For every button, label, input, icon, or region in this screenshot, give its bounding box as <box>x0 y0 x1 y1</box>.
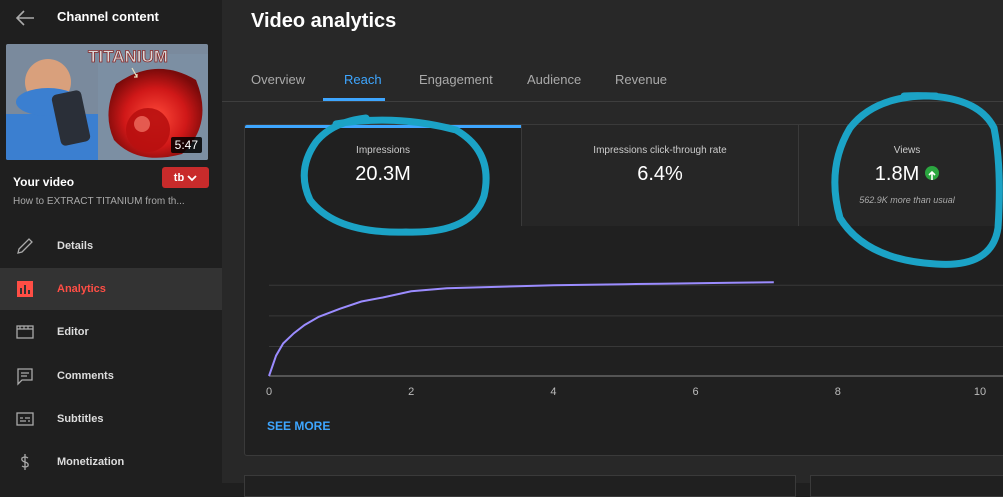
subtitles-icon <box>16 412 34 426</box>
sidebar-item-label: Comments <box>57 370 114 382</box>
video-title[interactable]: How to EXTRACT TITANIUM from th... <box>13 196 209 207</box>
pencil-icon <box>17 238 33 254</box>
x-tick-label: 0 <box>266 386 272 398</box>
sidebar-item-subtitles[interactable]: Subtitles <box>0 398 222 440</box>
page-title: Video analytics <box>251 10 397 32</box>
metric-label: Impressions <box>356 145 410 156</box>
video-duration: 5:47 <box>170 137 202 153</box>
sidebar-item-comments[interactable]: Comments <box>0 355 222 397</box>
tab-revenue[interactable]: Revenue <box>615 72 667 87</box>
sidebar-item-details[interactable]: Details <box>0 225 222 267</box>
x-tick-label: 6 <box>693 386 699 398</box>
comments-icon <box>17 368 33 386</box>
analytics-tabs: Overview Reach Engagement Audience Reven… <box>222 60 1003 102</box>
tab-engagement[interactable]: Engagement <box>419 72 493 87</box>
tubebuddy-label: tb <box>173 171 185 184</box>
see-more-link[interactable]: SEE MORE <box>267 419 330 433</box>
sidebar-item-label: Details <box>57 240 94 252</box>
sidebar-item-label: Monetization <box>57 456 125 468</box>
metric-label: Impressions click-through rate <box>593 145 727 156</box>
sidebar-item-monetization[interactable]: Monetization <box>0 441 222 483</box>
next-card <box>244 475 796 497</box>
main-content: Video analytics Overview Reach Engagemen… <box>222 0 1003 497</box>
video-thumbnail[interactable]: TITANIUM 5:47 <box>6 44 208 160</box>
impressions-series-line <box>268 281 774 377</box>
metric-value: 6.4% <box>637 163 683 185</box>
editor-icon <box>16 325 34 339</box>
sidebar-title: Channel content <box>57 9 159 24</box>
next-card <box>810 475 1003 497</box>
sidebar-item-label: Subtitles <box>57 413 104 425</box>
tab-overview[interactable]: Overview <box>251 72 305 87</box>
metric-ctr[interactable]: Impressions click-through rate 6.4% <box>522 125 798 226</box>
sidebar: Channel content TITANIUM 5:47 Your video… <box>0 0 222 483</box>
metric-impressions[interactable]: Impressions 20.3M <box>245 125 521 226</box>
metric-value: 20.3M <box>355 163 411 185</box>
metric-comparison: 562.9K more than usual <box>859 195 955 205</box>
active-tab-indicator <box>323 98 385 101</box>
sidebar-item-label: Analytics <box>57 283 106 295</box>
x-tick-label: 2 <box>408 386 414 398</box>
tab-reach[interactable]: Reach <box>344 72 382 87</box>
thumbnail-overlay-text: TITANIUM <box>88 47 168 66</box>
impressions-line-chart: 0 2 4 6 8 10 <box>266 281 1003 398</box>
metric-views[interactable]: Views 1.8M 562.9K more than usual <box>799 125 1003 226</box>
tab-audience[interactable]: Audience <box>527 72 581 87</box>
tubebuddy-button[interactable]: tb <box>162 167 209 188</box>
sidebar-item-label: Editor <box>57 326 89 338</box>
your-video-label: Your video <box>13 175 75 189</box>
sidebar-item-editor[interactable]: Editor <box>0 311 222 353</box>
analytics-icon <box>17 281 33 297</box>
dollar-icon <box>21 454 29 470</box>
metric-value-row: 1.8M <box>799 163 1003 186</box>
back-arrow-icon[interactable] <box>14 8 36 28</box>
sidebar-item-analytics[interactable]: Analytics <box>0 268 222 310</box>
x-tick-label: 8 <box>835 386 841 398</box>
chevron-down-icon <box>187 174 197 181</box>
selected-metric-indicator <box>245 125 521 128</box>
metric-value: 1.8M <box>874 163 920 185</box>
x-tick-label: 4 <box>550 386 556 398</box>
reach-card: Impressions 20.3M Impressions click-thro… <box>244 124 1003 456</box>
metric-label: Views <box>893 145 921 156</box>
arrow-up-icon <box>925 165 940 180</box>
sidebar-header: Channel content <box>0 0 222 36</box>
x-tick-label: 10 <box>974 386 986 398</box>
